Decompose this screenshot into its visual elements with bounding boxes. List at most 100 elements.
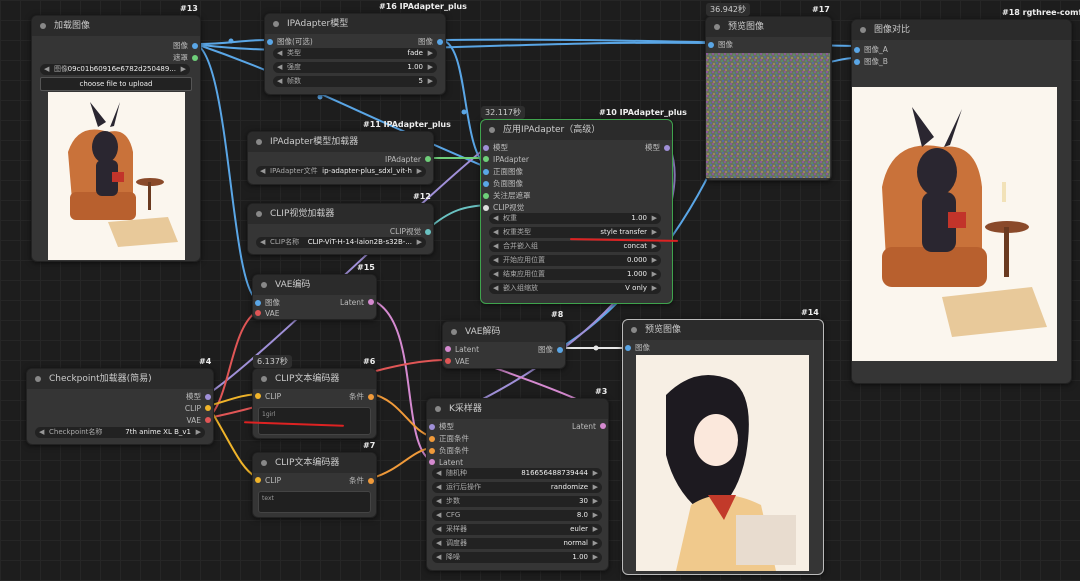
preview-image-node-17[interactable]: 预览图像 36.942秒 #17 图像 [705, 3, 832, 181]
input-vae[interactable]: VAE [445, 356, 470, 366]
node-id-badge: #13 [180, 4, 198, 13]
output-latent[interactable]: Latent [340, 297, 374, 307]
input-image[interactable]: 图像 [625, 342, 650, 353]
strength-widget[interactable]: ◀ 强度 1.00 ▶ [273, 62, 437, 73]
frames-widget[interactable]: ◀ 帧数 5 ▶ [273, 76, 437, 87]
input-positive-image[interactable]: 正面图像 [483, 166, 523, 177]
output-image[interactable]: 图像 [538, 344, 563, 355]
node-id-badge: #4 [199, 357, 212, 366]
collapse-dot-icon[interactable] [489, 127, 495, 133]
compare-image [852, 87, 1057, 361]
denoise-widget[interactable]: ◀ 降噪 1.00 ▶ [432, 552, 602, 563]
node-title: K采样器 [449, 404, 482, 414]
clip-name-widget[interactable]: ◀ CLIP名称 CLIP-ViT-H-14-laion2B-s32B-... ▶ [256, 237, 426, 248]
load-image-node[interactable]: 加载图像 #13 图像 遮罩 ◀ 图像 09c01b60916e6782d25048… [31, 4, 201, 262]
input-image[interactable]: 图像 [255, 297, 280, 308]
input-image-b[interactable]: 图像_B [854, 56, 888, 67]
output-conditioning[interactable]: 条件 [349, 475, 374, 486]
collapse-dot-icon[interactable] [261, 282, 267, 288]
scheduler-widget[interactable]: ◀ 调度器 normal ▶ [432, 538, 602, 549]
node-title: CLIP视觉加载器 [270, 209, 335, 219]
image-compare-node[interactable]: 图像对比 #18 rgthree-comfy 图像_A 图像_B [851, 8, 1080, 384]
exec-time: 6.137秒 [253, 355, 292, 368]
output-clip[interactable]: CLIP [185, 403, 211, 413]
input-clip-vision[interactable]: CLIP视觉 [483, 202, 524, 213]
ipadapter-file-widget[interactable]: ◀ IPAdapter文件 ip-adapter-plus_sdxl_vit-h ▶ [256, 166, 426, 177]
collapse-dot-icon[interactable] [35, 376, 41, 382]
input-attn-mask[interactable]: 关注层遮罩 [483, 190, 531, 201]
input-vae[interactable]: VAE [255, 308, 280, 318]
clip-vision-loader-node[interactable]: CLIP视觉加载器 #12 CLIP视觉 ◀ CLIP名称 CLIP-ViT-H-1… [247, 192, 434, 255]
collapse-dot-icon[interactable] [435, 406, 441, 412]
output-mask[interactable]: 遮罩 [173, 52, 198, 63]
node-title: IPAdapter模型 [287, 19, 349, 29]
clip-text-encode-negative[interactable]: CLIP文本编码器 #7 CLIP 条件 text [252, 441, 377, 518]
input-image[interactable]: 图像(可选) [267, 36, 313, 47]
node-id-badge: #7 [363, 441, 376, 450]
ipadapter-loader-node[interactable]: IPAdapter模型加载器 #11 IPAdapter_plus IPAdap… [247, 120, 451, 185]
input-negative[interactable]: 负面条件 [429, 445, 469, 456]
output-vae[interactable]: VAE [186, 415, 211, 425]
combine-embeds-widget[interactable]: ◀ 合并嵌入组 concat ▶ [489, 241, 661, 252]
type-widget[interactable]: ◀ 类型 fade ▶ [273, 48, 437, 59]
sampler-widget[interactable]: ◀ 采样器 euler ▶ [432, 524, 602, 535]
input-clip[interactable]: CLIP [255, 475, 281, 485]
embeds-scaling-widget[interactable]: ◀ 嵌入组缩放 V only ▶ [489, 283, 661, 294]
weight-type-widget[interactable]: ◀ 权重类型 style transfer ▶ [489, 227, 661, 238]
collapse-dot-icon[interactable] [261, 460, 267, 466]
steps-widget[interactable]: ◀ 步数 30 ▶ [432, 496, 602, 507]
checkpoint-loader-node[interactable]: Checkpoint加载器(简易) #4 模型 CLIP VAE ◀ Checkp… [26, 357, 214, 445]
input-positive[interactable]: 正面条件 [429, 433, 469, 444]
checkpoint-name-widget[interactable]: ◀ Checkpoint名称 7th anime XL B_v1 ▶ [35, 427, 205, 438]
preview-image-node-14[interactable]: 预览图像 #14 图像 [622, 308, 824, 575]
collapse-dot-icon[interactable] [631, 327, 637, 333]
output-image[interactable]: 图像 [173, 40, 198, 51]
output-image[interactable]: 图像 [418, 36, 443, 47]
collapse-dot-icon[interactable] [714, 24, 720, 30]
output-model[interactable]: 模型 [645, 142, 670, 153]
apply-ipadapter-node[interactable]: 应用IPAdapter（高级） 32.117秒 #10 IPAdapter_pl… [480, 106, 687, 304]
noise-preview-image [706, 53, 830, 178]
input-negative-image[interactable]: 负面图像 [483, 178, 523, 189]
vae-decode-node[interactable]: VAE解码 #8 Latent VAE 图像 [442, 310, 566, 369]
collapse-dot-icon[interactable] [273, 21, 279, 27]
input-clip[interactable]: CLIP [255, 391, 281, 401]
output-clip-vision[interactable]: CLIP视觉 [390, 226, 431, 237]
input-ipadapter[interactable]: IPAdapter [483, 154, 529, 164]
ipadapter-node-16[interactable]: IPAdapter模型 #16 IPAdapter_plus 图像(可选) 图像… [264, 2, 467, 95]
bat-reading-image [48, 92, 185, 260]
clip-text-encode-positive[interactable]: CLIP文本编码器 6.137秒 #6 CLIP 条件 1girl [252, 355, 377, 439]
input-model[interactable]: 模型 [429, 421, 454, 432]
input-latent[interactable]: Latent [445, 344, 479, 354]
collapse-dot-icon[interactable] [451, 329, 457, 335]
control-after-generate-widget[interactable]: ◀ 运行后操作 randomize ▶ [432, 482, 602, 493]
end-at-widget[interactable]: ◀ 结束应用位置 1.000 ▶ [489, 269, 661, 280]
collapse-dot-icon[interactable] [860, 27, 866, 33]
output-model[interactable]: 模型 [186, 391, 211, 402]
input-image-a[interactable]: 图像_A [854, 44, 888, 55]
node-id-badge: #8 [551, 310, 564, 319]
input-image[interactable]: 图像 [708, 39, 733, 50]
output-ipadapter[interactable]: IPAdapter [385, 154, 431, 164]
prompt-textarea[interactable]: 1girl [258, 407, 371, 435]
prompt-textarea[interactable]: text [258, 491, 371, 513]
input-model[interactable]: 模型 [483, 142, 508, 153]
collapse-dot-icon[interactable] [40, 23, 46, 29]
ksampler-node[interactable]: K采样器 #3 模型 正面条件 负面条件 Latent Latent ◀ 随机种 8… [426, 387, 609, 571]
node-id-badge: #11 IPAdapter_plus [363, 120, 451, 129]
exec-time: 32.117秒 [481, 106, 525, 119]
collapse-dot-icon[interactable] [256, 211, 262, 217]
seed-widget[interactable]: ◀ 随机种 816656488739444 ▶ [432, 468, 602, 479]
input-latent[interactable]: Latent [429, 457, 463, 467]
output-latent[interactable]: Latent [572, 421, 606, 431]
collapse-dot-icon[interactable] [261, 376, 267, 382]
collapse-dot-icon[interactable] [256, 139, 262, 145]
image-select-widget[interactable]: ◀ 图像 09c01b60916e6782d250489... ▶ [40, 64, 190, 75]
vae-encode-node[interactable]: VAE编码 #15 图像 VAE Latent [252, 263, 377, 320]
cfg-widget[interactable]: ◀ CFG 8.0 ▶ [432, 510, 602, 521]
start-at-widget[interactable]: ◀ 开始应用位置 0.000 ▶ [489, 255, 661, 266]
upload-button[interactable]: choose file to upload [40, 77, 192, 91]
weight-widget[interactable]: ◀ 权重 1.00 ▶ [489, 213, 661, 224]
output-conditioning[interactable]: 条件 [349, 391, 374, 402]
anime-girl-image [636, 355, 809, 571]
